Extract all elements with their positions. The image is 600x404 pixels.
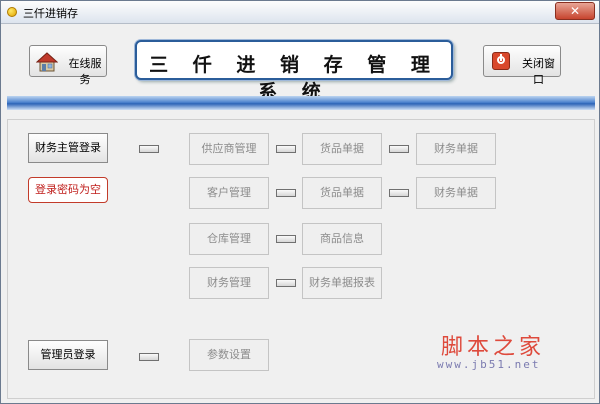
admin-login-indicator	[139, 353, 159, 361]
password-empty-button[interactable]: 登录密码为空	[28, 177, 108, 203]
finance-report-button[interactable]: 财务单据报表	[302, 267, 382, 299]
admin-login-button[interactable]: 管理员登录	[28, 340, 108, 370]
close-window-label: 关闭窗口	[522, 57, 555, 86]
supplier-indicator	[276, 145, 296, 153]
supplier-goods-doc-button[interactable]: 货品单据	[302, 133, 382, 165]
finance-indicator	[276, 279, 296, 287]
warehouse-indicator	[276, 235, 296, 243]
customer-goods-indicator	[389, 189, 409, 197]
customer-indicator	[276, 189, 296, 197]
customer-management-button[interactable]: 客户管理	[189, 177, 269, 209]
watermark-logo: 脚本之家	[441, 335, 546, 360]
online-service-label: 在线服务	[68, 57, 102, 86]
finance-login-indicator	[139, 145, 159, 153]
power-icon	[492, 52, 510, 70]
house-icon	[36, 52, 58, 72]
online-service-button[interactable]: 在线服务	[29, 45, 107, 86]
parameter-settings-button[interactable]: 参数设置	[189, 339, 269, 371]
close-window-button[interactable]: 关闭窗口	[483, 45, 561, 86]
window-title: 三仟进销存	[23, 7, 78, 20]
header: 在线服务 三 仟 进 销 存 管 理 系 统 关闭窗口	[1, 24, 599, 103]
supplier-management-button[interactable]: 供应商管理	[189, 133, 269, 165]
close-icon[interactable]: ✕	[555, 2, 595, 20]
customer-finance-doc-button[interactable]: 财务单据	[416, 177, 496, 209]
finance-supervisor-login-button[interactable]: 财务主管登录	[28, 133, 108, 163]
system-title-box: 三 仟 进 销 存 管 理 系 统	[135, 40, 453, 103]
supplier-finance-doc-button[interactable]: 财务单据	[416, 133, 496, 165]
header-divider-bar	[7, 96, 595, 110]
warehouse-management-button[interactable]: 仓库管理	[189, 223, 269, 255]
title-bar: 三仟进销存 ✕	[1, 1, 599, 24]
product-info-button[interactable]: 商品信息	[302, 223, 382, 255]
finance-management-button[interactable]: 财务管理	[189, 267, 269, 299]
customer-goods-doc-button[interactable]: 货品单据	[302, 177, 382, 209]
watermark-url: www.jb51.net	[437, 358, 541, 371]
app-window: 三仟进销存 ✕ 在线服务 三 仟 进 销 存 管 理 系 统 关闭窗口 财务主管…	[0, 0, 600, 404]
app-icon	[7, 7, 17, 17]
supplier-goods-indicator	[389, 145, 409, 153]
